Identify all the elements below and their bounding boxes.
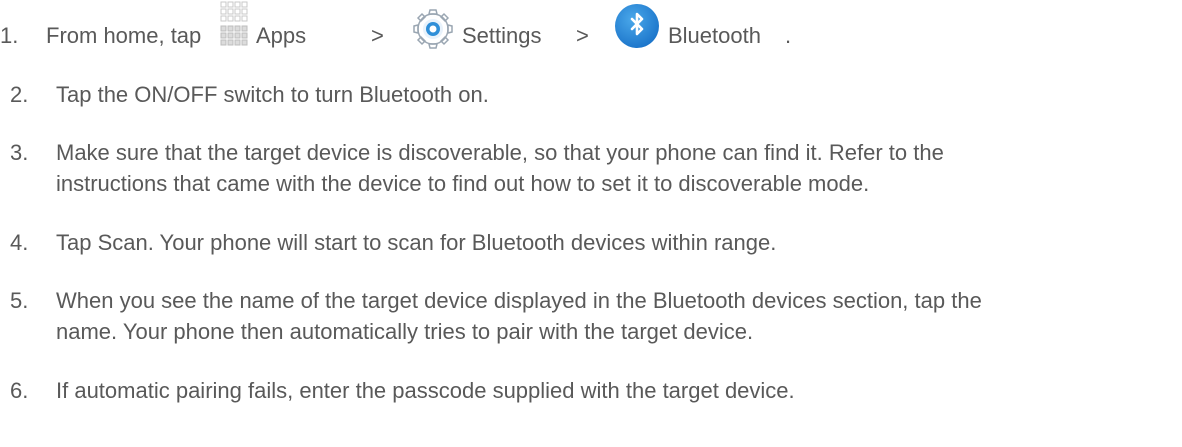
step-number: 6. [10, 378, 29, 403]
step-number: 5. [10, 288, 29, 313]
apps-grid-icon [220, 0, 250, 52]
step-1: 1. From home, tap Apps > Settings > Blue… [0, 0, 1168, 62]
step-text-line: Make sure that the target device is disc… [56, 140, 944, 165]
step-number: 2. [10, 82, 29, 107]
instruction-steps: 1. From home, tap Apps > Settings > Blue… [0, 0, 1182, 447]
step-number: 4. [10, 230, 29, 255]
bluetooth-label: Bluetooth [668, 23, 761, 48]
step-text: Tap Scan. Your phone will start to scan … [56, 230, 777, 255]
separator-1: > [371, 23, 384, 48]
settings-label: Settings [462, 23, 542, 48]
step-text: Tap the ON/OFF switch to turn Bluetooth … [56, 82, 489, 107]
step-text-line: When you see the name of the target devi… [56, 288, 982, 313]
apps-label: Apps [256, 23, 307, 48]
step-text-line: instructions that came with the device t… [56, 171, 870, 196]
step-text-line: name. Your phone then automatically trie… [56, 319, 754, 344]
separator-2: > [576, 23, 589, 48]
settings-gear-icon [409, 8, 457, 52]
step-1-end: . [785, 23, 792, 48]
step-text: Make sure that the target device is disc… [56, 137, 1176, 199]
step-1-text-from-home: From home, tap [46, 23, 202, 48]
step-number: 3. [10, 140, 29, 165]
step-text: If automatic pairing fails, enter the pa… [56, 378, 795, 403]
step-text: When you see the name of the target devi… [56, 285, 1176, 347]
step-number: 1. [0, 23, 19, 48]
bluetooth-icon [613, 2, 661, 50]
